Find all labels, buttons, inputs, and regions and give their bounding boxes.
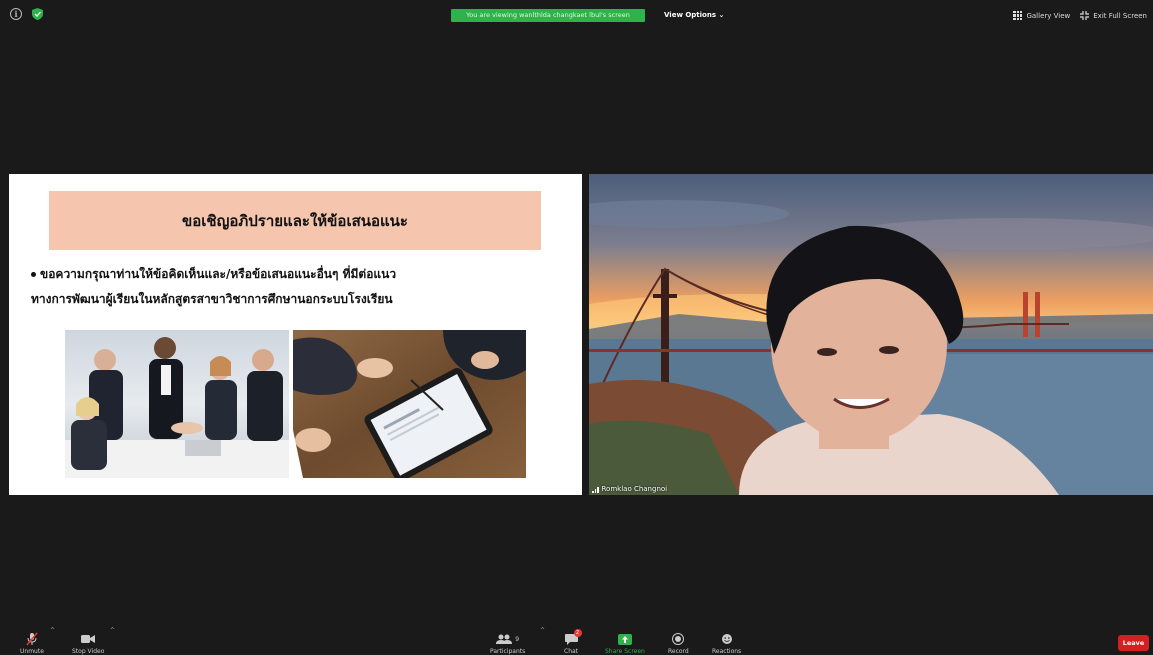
exit-full-screen-label: Exit Full Screen: [1093, 11, 1147, 20]
view-options-button[interactable]: View Options ⌄: [655, 9, 733, 22]
record-icon: [672, 632, 685, 646]
record-button[interactable]: Record: [668, 632, 689, 655]
stop-video-button[interactable]: Stop Video: [72, 632, 104, 655]
participants-count: 9: [515, 635, 520, 643]
share-screen-icon: [617, 632, 632, 646]
share-screen-label: Share Screen: [605, 648, 645, 655]
participants-icon: 9: [496, 632, 519, 646]
video-camera-icon: [81, 632, 96, 646]
top-right-controls: Gallery View Exit Full Screen: [1013, 11, 1147, 20]
unmute-label: Unmute: [20, 648, 44, 655]
unmute-button[interactable]: Unmute: [20, 632, 44, 655]
exit-full-screen-icon: [1080, 11, 1090, 20]
slide-bullet: ขอความกรุณาท่านให้ข้อคิดเห็นและ/หรือข้อเ…: [31, 262, 571, 312]
share-screen-button[interactable]: Share Screen: [605, 632, 645, 655]
chevron-down-icon: ⌄: [718, 11, 725, 19]
slide-bullet-line1: ขอความกรุณาท่านให้ข้อคิดเห็นและ/หรือข้อเ…: [40, 267, 397, 281]
gallery-grid-icon: [1013, 11, 1023, 20]
bullet-dot-icon: [31, 272, 36, 277]
chat-button[interactable]: 2 Chat: [564, 629, 582, 655]
record-label: Record: [668, 648, 689, 655]
shared-screen-slide: ขอเชิญอภิปรายและให้ข้อเสนอแนะ ขอความกรุณ…: [9, 174, 582, 495]
chat-bubble-icon: 2: [564, 629, 582, 646]
leave-meeting-button[interactable]: Leave: [1118, 635, 1149, 651]
participants-options-caret-icon[interactable]: ^: [540, 627, 545, 634]
virtual-background-bridge: [589, 200, 1153, 495]
slide-image-handshake: [65, 330, 289, 478]
slide-title-bar: ขอเชิญอภิปรายและให้ข้อเสนอแนะ: [49, 191, 541, 250]
top-left-indicators: i: [10, 8, 43, 20]
view-options-label: View Options: [664, 11, 717, 19]
participants-label: Participants: [490, 648, 526, 655]
gallery-view-label: Gallery View: [1026, 11, 1071, 20]
slide-title: ขอเชิญอภิปรายและให้ข้อเสนอแนะ: [182, 211, 408, 230]
participant-video-tile[interactable]: Romklao Changnoi: [589, 174, 1153, 495]
info-icon[interactable]: i: [10, 8, 22, 20]
signal-strength-icon: [592, 486, 599, 493]
chat-unread-badge: 2: [573, 629, 582, 637]
encryption-shield-icon[interactable]: [32, 8, 43, 20]
gallery-view-button[interactable]: Gallery View: [1013, 11, 1070, 20]
audio-options-caret-icon[interactable]: ^: [50, 627, 55, 634]
participant-name: Romklao Changnoi: [601, 485, 668, 493]
video-options-caret-icon[interactable]: ^: [110, 627, 115, 634]
viewing-screen-banner: You are viewing wanlthlda changkaet lbul…: [451, 9, 645, 22]
reactions-label: Reactions: [712, 648, 742, 655]
exit-full-screen-button[interactable]: Exit Full Screen: [1080, 11, 1147, 20]
meeting-toolbar: Unmute ^ Stop Video ^ 9 Participants ^ 2…: [0, 625, 1153, 655]
chat-label: Chat: [564, 648, 579, 655]
slide-image-signing: [293, 330, 526, 478]
microphone-muted-icon: [26, 632, 38, 646]
reactions-button[interactable]: Reactions: [712, 632, 741, 655]
stop-video-label: Stop Video: [72, 648, 105, 655]
participants-button[interactable]: 9 Participants: [490, 632, 525, 655]
participant-name-tag: Romklao Changnoi: [592, 485, 667, 493]
slide-bullet-line2: ทางการพัฒนาผู้เรียนในหลักสูตรสาขาวิชาการ…: [31, 292, 393, 306]
reactions-smiley-icon: [721, 632, 733, 646]
